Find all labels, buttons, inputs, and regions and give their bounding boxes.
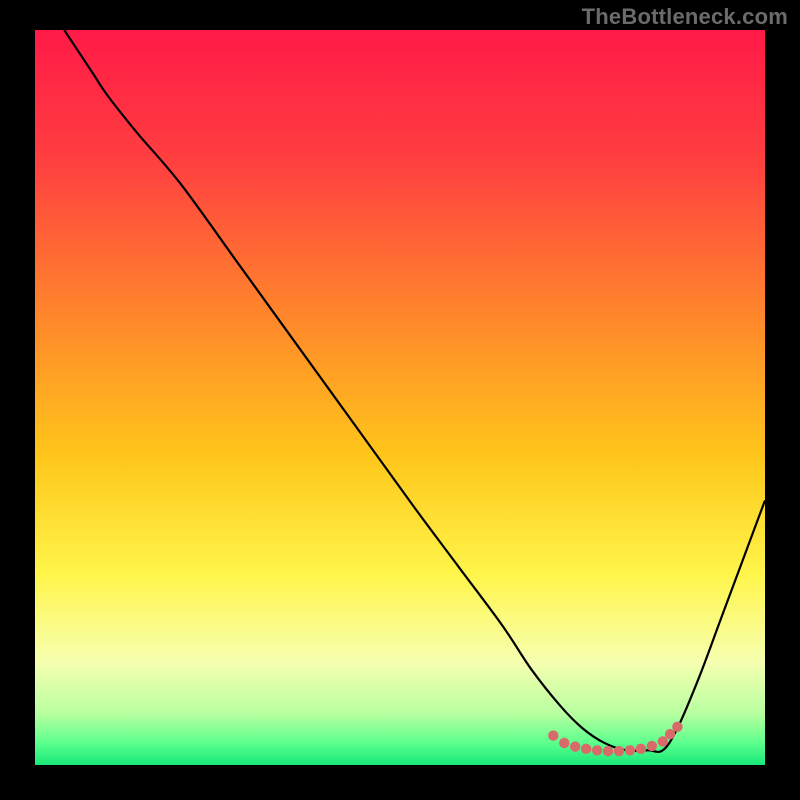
- optimal-region-dot: [647, 741, 657, 751]
- optimal-region-dot: [672, 722, 682, 732]
- optimal-region-dot: [592, 745, 602, 755]
- chart-svg: [35, 30, 765, 765]
- optimal-region-dot: [559, 738, 569, 748]
- optimal-region-dot: [603, 746, 613, 756]
- chart-plot-area: [35, 30, 765, 765]
- optimal-region-dot: [614, 746, 624, 756]
- watermark: TheBottleneck.com: [582, 4, 788, 30]
- optimal-region-dot: [665, 729, 675, 739]
- optimal-region-dot: [548, 730, 558, 740]
- optimal-region-dot: [570, 741, 580, 751]
- optimal-region-dot: [636, 744, 646, 754]
- chart-container: TheBottleneck.com: [0, 0, 800, 800]
- optimal-region-dot: [625, 745, 635, 755]
- optimal-region-dot: [581, 744, 591, 754]
- optimal-region-dot: [658, 736, 668, 746]
